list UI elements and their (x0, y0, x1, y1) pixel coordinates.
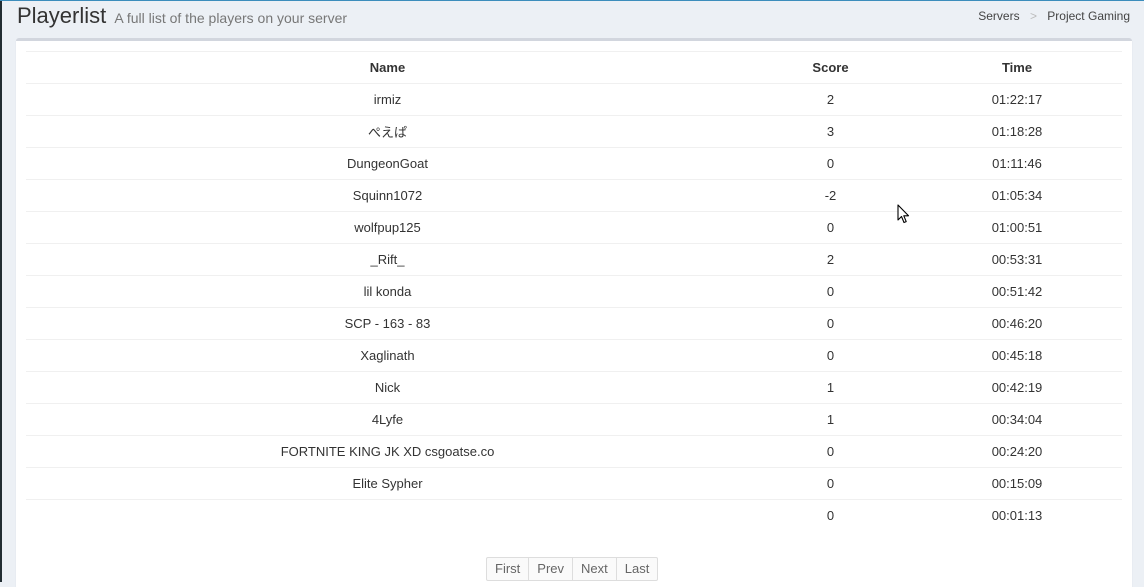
table-row: lil konda 0 00:51:42 (26, 275, 1122, 308)
breadcrumb-current: Project Gaming (1047, 9, 1130, 23)
player-time-cell: 01:00:51 (912, 211, 1122, 244)
player-score-cell: 0 (749, 435, 912, 468)
page-title-text: Playerlist (17, 3, 107, 28)
player-time-cell: 01:18:28 (912, 115, 1122, 148)
table-row: FORTNITE KING JK XD csgoatse.co 0 00:24:20 (26, 435, 1122, 468)
table-row: _Rift_ 2 00:53:31 (26, 243, 1122, 276)
player-score-cell: 2 (749, 83, 912, 116)
player-score-cell: 0 (749, 275, 912, 308)
player-time-cell: 00:24:20 (912, 435, 1122, 468)
player-name-cell: Xaglinath (26, 339, 749, 372)
player-table-body: irmiz 2 01:22:17 ぺえぱ 3 01:18:28 DungeonGoat 0 01… (26, 83, 1122, 531)
table-row: Nick 1 00:42:19 (26, 371, 1122, 404)
player-name-cell: SCP - 163 - 83 (26, 307, 749, 340)
player-name-cell: Nick (26, 371, 749, 404)
table-row: SCP - 163 - 83 0 00:46:20 (26, 307, 1122, 340)
breadcrumb-servers[interactable]: Servers (978, 9, 1019, 23)
page-subtitle: A full list of the players on your serve… (114, 10, 348, 26)
pagination-next-button[interactable]: Next (572, 557, 617, 581)
player-time-cell: 00:01:13 (912, 499, 1122, 531)
player-time-cell: 00:15:09 (912, 467, 1122, 500)
player-table: Name Score Time irmiz 2 01:22:17 ぺえぱ 3 01:18:… (26, 51, 1122, 531)
player-time-cell: 01:22:17 (912, 83, 1122, 116)
content-header: Playerlist A full list of the players on… (17, 2, 1144, 36)
player-name-cell: Squinn1072 (26, 179, 749, 212)
player-name-cell: _Rift_ (26, 243, 749, 276)
breadcrumb: Servers > Project Gaming (978, 8, 1130, 24)
table-header-row: Name Score Time (26, 51, 1122, 84)
column-header-name[interactable]: Name (26, 51, 749, 84)
player-name-cell: irmiz (26, 83, 749, 116)
player-name-cell: Elite Sypher (26, 467, 749, 500)
player-score-cell: 3 (749, 115, 912, 148)
player-name-cell (26, 499, 749, 531)
player-name-cell: 4Lyfe (26, 403, 749, 436)
player-time-cell: 00:34:04 (912, 403, 1122, 436)
player-score-cell: 0 (749, 211, 912, 244)
player-score-cell: 0 (749, 307, 912, 340)
player-time-cell: 00:51:42 (912, 275, 1122, 308)
table-row: ぺえぱ 3 01:18:28 (26, 115, 1122, 148)
column-header-score[interactable]: Score (749, 51, 912, 84)
player-score-cell: 0 (749, 467, 912, 500)
table-row: 0 00:01:13 (26, 499, 1122, 531)
player-score-cell: 1 (749, 403, 912, 436)
pagination-prev-button[interactable]: Prev (528, 557, 574, 581)
mouse-cursor-icon (897, 204, 910, 224)
player-time-cell: 00:42:19 (912, 371, 1122, 404)
table-row: DungeonGoat 0 01:11:46 (26, 147, 1122, 180)
pagination-first-button[interactable]: First (486, 557, 530, 581)
player-name-cell: wolfpup125 (26, 211, 749, 244)
player-time-cell: 00:45:18 (912, 339, 1122, 372)
player-name-cell: FORTNITE KING JK XD csgoatse.co (26, 435, 749, 468)
table-row: wolfpup125 0 01:00:51 (26, 211, 1122, 244)
player-score-cell: 2 (749, 243, 912, 276)
player-time-cell: 01:05:34 (912, 179, 1122, 212)
player-name-cell: DungeonGoat (26, 147, 749, 180)
player-name-cell: lil konda (26, 275, 749, 308)
table-row: irmiz 2 01:22:17 (26, 83, 1122, 116)
player-score-cell: 0 (749, 499, 912, 531)
top-edge (0, 0, 1144, 1)
player-score-cell: 0 (749, 339, 912, 372)
player-time-cell: 00:53:31 (912, 243, 1122, 276)
player-time-cell: 01:11:46 (912, 147, 1122, 180)
page-title: Playerlist A full list of the players on… (17, 2, 347, 32)
player-score-cell: 0 (749, 147, 912, 180)
player-name-cell: ぺえぱ (26, 115, 749, 148)
player-time-cell: 00:46:20 (912, 307, 1122, 340)
table-row: Xaglinath 0 00:45:18 (26, 339, 1122, 372)
breadcrumb-separator: > (1029, 9, 1037, 23)
table-row: Elite Sypher 0 00:15:09 (26, 467, 1122, 500)
playerlist-box: Name Score Time irmiz 2 01:22:17 ぺえぱ 3 01:18:… (16, 38, 1132, 587)
table-row: Squinn1072 -2 01:05:34 (26, 179, 1122, 212)
sidebar-edge (0, 0, 2, 582)
player-score-cell: -2 (749, 179, 912, 212)
column-header-time[interactable]: Time (912, 51, 1122, 84)
pagination: First Prev Next Last (486, 557, 659, 581)
player-score-cell: 1 (749, 371, 912, 404)
pagination-last-button[interactable]: Last (615, 557, 659, 581)
table-row: 4Lyfe 1 00:34:04 (26, 403, 1122, 436)
